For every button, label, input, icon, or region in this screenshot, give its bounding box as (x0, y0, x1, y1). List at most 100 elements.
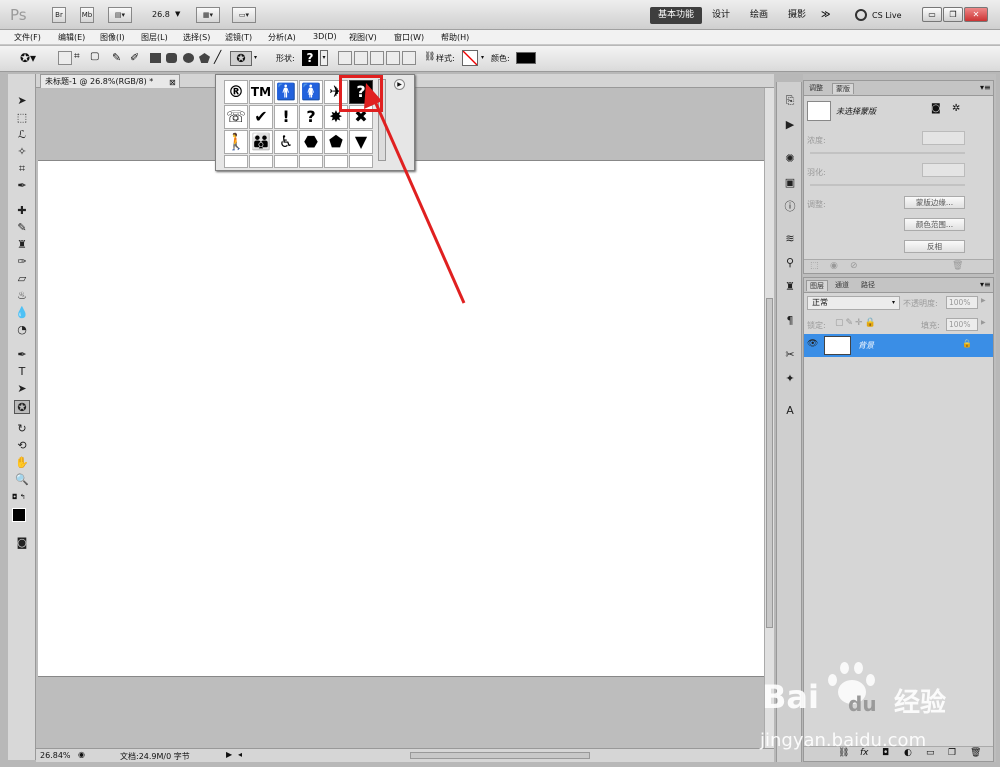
bridge-button[interactable]: Br (52, 7, 66, 23)
menu-window[interactable]: 窗口(W) (394, 32, 424, 43)
view-extras-button[interactable]: ▤▾ (108, 7, 132, 23)
more-workspaces-button[interactable]: ≫ (821, 7, 830, 24)
delete-mask-icon[interactable]: 🗑 (952, 261, 963, 271)
3d-orbit-icon[interactable]: ⟲ (14, 439, 30, 453)
shape-cell-0-1[interactable]: TM (249, 80, 273, 104)
menu-view[interactable]: 视图(V) (349, 32, 377, 43)
healing-brush-icon[interactable]: ✚ (14, 204, 30, 218)
invert-button[interactable]: 反相 (904, 240, 965, 253)
layer-name[interactable]: 背景 (858, 340, 874, 351)
workspace-photography[interactable]: 摄影 (788, 7, 806, 24)
shape-cell-0-0[interactable]: ® (224, 80, 248, 104)
tab-channels[interactable]: 通道 (832, 280, 852, 291)
panel-menu-icon[interactable]: ▾≡ (980, 83, 991, 92)
style-swatch[interactable] (462, 50, 478, 66)
fill-pixels-button[interactable]: ▢ (90, 51, 104, 65)
exclude-mode-button[interactable] (402, 51, 416, 65)
paint-bucket-icon[interactable]: ♨ (14, 289, 30, 303)
polygon-tool-icon[interactable] (199, 53, 210, 63)
menu-select[interactable]: 选择(S) (183, 32, 210, 43)
mini-bridge-button[interactable]: Mb (80, 7, 94, 23)
shape-layers-button[interactable] (58, 51, 72, 65)
vector-mask-icon[interactable]: ✲ (952, 103, 960, 114)
quick-selection-tool-icon[interactable]: ✧ (14, 145, 30, 159)
shape-cell-1-3[interactable]: ? (299, 105, 323, 129)
blend-mode-select[interactable]: 正常 ▾ (807, 296, 900, 310)
zoom-level[interactable]: 26.8 (152, 10, 170, 19)
document-tab[interactable]: 未标题-1 @ 26.8%(RGB/8) * ⊠ (40, 74, 180, 88)
minimize-button[interactable]: ▭ (922, 7, 942, 22)
geometry-options-icon[interactable]: ▾ (254, 54, 257, 61)
shape-cell-1-2[interactable]: ! (274, 105, 298, 129)
close-tab-icon[interactable]: ⊠ (169, 76, 176, 89)
zoom-tool-icon[interactable]: 🔍 (14, 473, 30, 487)
history-icon[interactable]: ⎘ (782, 94, 798, 108)
3d-icon[interactable]: ✂ (782, 348, 798, 362)
menu-image[interactable]: 图像(I) (100, 32, 125, 43)
menu-file[interactable]: 文件(F) (14, 32, 41, 43)
color-icon[interactable]: ✺ (782, 152, 798, 166)
workspace-painting[interactable]: 绘画 (750, 7, 768, 24)
tab-layers[interactable]: 图层 (806, 280, 828, 291)
shape-cell-3-0[interactable] (224, 155, 248, 168)
color-swatch[interactable] (516, 52, 536, 64)
close-button[interactable]: ✕ (964, 7, 988, 22)
ellipse-tool-icon[interactable] (183, 53, 194, 63)
add-mode-button[interactable] (354, 51, 368, 65)
paragraph-icon[interactable]: ¶ (782, 314, 798, 328)
feather-field[interactable] (922, 163, 965, 177)
shape-cell-0-2[interactable]: 🚹 (274, 80, 298, 104)
arrange-documents-button[interactable]: ▦▾ (196, 7, 220, 23)
new-layer-mode-button[interactable] (338, 51, 352, 65)
density-field[interactable] (922, 131, 965, 145)
fill-field[interactable]: 100% (946, 318, 978, 331)
workspace-design[interactable]: 设计 (712, 7, 730, 24)
rounded-rectangle-tool-icon[interactable] (166, 53, 177, 63)
pen-icon[interactable]: ✎ (112, 51, 121, 64)
swatches-icon[interactable]: ▣ (782, 176, 798, 190)
shape-picker-icon[interactable]: ? (302, 50, 318, 66)
cs-live-button[interactable]: CS Live (872, 7, 902, 24)
mask-edge-button[interactable]: 蒙版边缘... (904, 196, 965, 209)
zoom-dropdown-icon[interactable]: ▼ (175, 10, 180, 18)
custom-shape-tool-icon[interactable]: ✪ (14, 400, 30, 414)
eraser-tool-icon[interactable]: ▱ (14, 272, 30, 286)
clone-stamp-icon[interactable]: ♜ (14, 238, 30, 252)
workspace-essentials[interactable]: 基本功能 (650, 7, 702, 24)
subtract-mode-button[interactable] (370, 51, 384, 65)
menu-analysis[interactable]: 分析(A) (268, 32, 296, 43)
shape-cell-3-3[interactable] (299, 155, 323, 168)
rectangle-tool-icon[interactable] (150, 53, 161, 63)
scroll-left-icon[interactable]: ◂ (238, 750, 242, 759)
clone-source-icon[interactable]: ⚲ (782, 256, 798, 270)
layer-row-background[interactable]: 👁 背景 🔒 (804, 334, 993, 357)
apply-mask-icon[interactable]: ◉ (830, 261, 838, 271)
menu-filter[interactable]: 滤镜(T) (225, 32, 252, 43)
screen-mode-button[interactable]: ▭▾ (232, 7, 256, 23)
type-tool-icon[interactable]: T (14, 365, 30, 379)
shape-picker-dropdown[interactable]: ▾ (320, 50, 328, 66)
feather-slider[interactable] (810, 184, 965, 186)
tab-masks[interactable]: 蒙版 (832, 83, 854, 94)
dodge-tool-icon[interactable]: ◔ (14, 323, 30, 337)
history-brush-icon[interactable]: ✑ (14, 255, 30, 269)
shape-cell-1-0[interactable]: ☏ (224, 105, 248, 129)
layers-panel-menu-icon[interactable]: ▾≡ (980, 280, 991, 289)
tab-paths[interactable]: 路径 (858, 280, 878, 291)
path-selection-icon[interactable]: ➤ (14, 382, 30, 396)
link-icon[interactable]: ⛓ (424, 52, 435, 62)
marquee-tool-icon[interactable]: ⬚ (14, 111, 30, 125)
foreground-color-swatch[interactable] (12, 508, 26, 522)
shape-cell-0-3[interactable]: 🚺 (299, 80, 323, 104)
opacity-arrow-icon[interactable]: ▶ (981, 297, 986, 304)
scroll-thumb[interactable] (766, 298, 773, 628)
tool-preset-icon[interactable]: ✪▾ (20, 51, 36, 65)
fill-arrow-icon[interactable]: ▶ (981, 319, 986, 326)
crop-tool-icon[interactable]: ⌗ (14, 162, 30, 176)
shape-cell-2-0[interactable]: 🚶 (224, 130, 248, 154)
style-dropdown-icon[interactable]: ▾ (481, 54, 484, 61)
move-tool-icon[interactable]: ➤ (14, 94, 30, 108)
line-tool-icon[interactable]: ╱ (214, 50, 221, 64)
paths-button[interactable]: ⌗ (74, 51, 88, 65)
disable-mask-icon[interactable]: ⊘ (850, 261, 858, 271)
